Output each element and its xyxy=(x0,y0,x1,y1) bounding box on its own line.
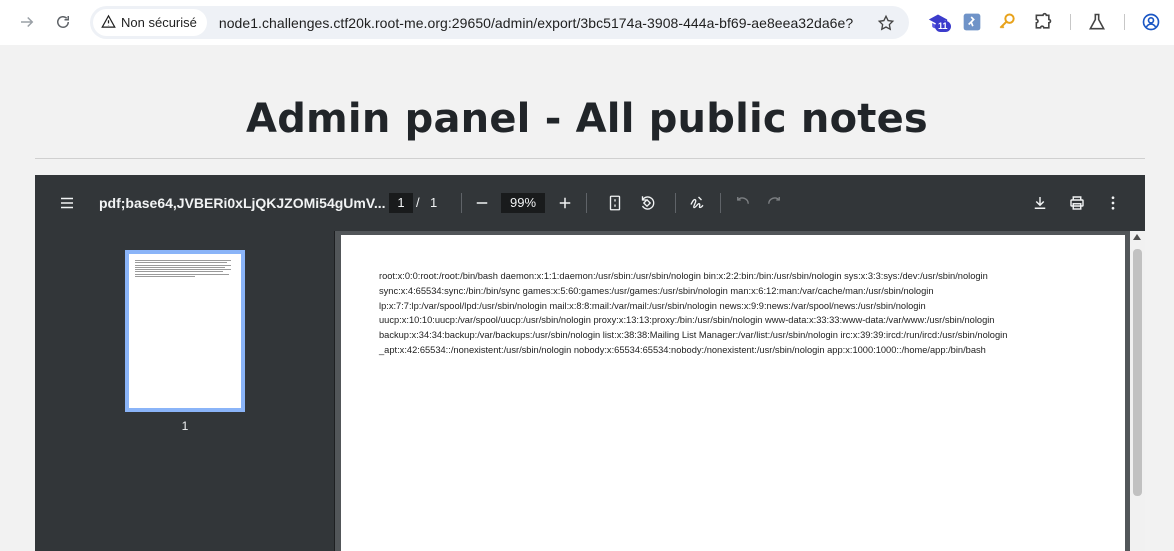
extension-icon[interactable] xyxy=(1032,11,1054,33)
pdf-text-line: uucp:x:10:10:uucp:/var/spool/uucp:/usr/s… xyxy=(379,315,995,326)
vertical-scrollbar[interactable] xyxy=(1130,231,1145,551)
thumbnail-sidebar: 1 xyxy=(35,231,335,551)
extension-runner-icon[interactable] xyxy=(961,11,983,33)
undo-icon[interactable] xyxy=(732,192,754,214)
fit-page-icon[interactable] xyxy=(604,192,626,214)
toolbar-separator xyxy=(675,193,676,213)
pdf-text-line: _apt:x:42:65534::/nonexistent:/usr/sbin/… xyxy=(379,344,986,355)
pdf-page-area: root:x:0:0:root:/root:/bin/bash daemon:x… xyxy=(336,231,1145,551)
page-separator: / xyxy=(416,195,420,210)
toolbar-divider xyxy=(1124,14,1125,30)
star-icon[interactable] xyxy=(877,14,895,32)
scrollbar-thumb[interactable] xyxy=(1133,249,1142,496)
address-bar[interactable]: Non sécurisé node1.challenges.ctf20k.roo… xyxy=(90,6,909,39)
security-chip[interactable]: Non sécurisé xyxy=(93,9,207,36)
menu-icon[interactable] xyxy=(56,192,78,214)
lab-flask-icon[interactable] xyxy=(1086,11,1108,33)
extension-badge: 11 xyxy=(935,21,951,32)
pdf-page: root:x:0:0:root:/root:/bin/bash daemon:x… xyxy=(341,235,1125,551)
horizontal-rule xyxy=(35,158,1145,159)
toolbar-separator xyxy=(461,193,462,213)
scroll-up-arrow-icon[interactable] xyxy=(1133,234,1141,240)
pdf-text-line: lp:x:7:7:lp:/var/spool/lpd:/usr/sbin/nol… xyxy=(379,300,926,311)
pdf-text-line: sync:x:4:65534:sync:/bin:/bin/sync games… xyxy=(379,285,934,296)
extension-hat-icon[interactable]: 11 xyxy=(927,11,951,33)
forward-icon[interactable] xyxy=(13,8,41,36)
annotate-pen-icon[interactable] xyxy=(686,192,708,214)
toolbar-separator xyxy=(720,193,721,213)
pdf-text-line: backup:x:34:34:backup:/var/backups:/usr/… xyxy=(379,330,1008,341)
page-thumbnail[interactable] xyxy=(125,250,245,412)
pdf-text-line: root:x:0:0:root:/root:/bin/bash daemon:x… xyxy=(379,271,988,281)
pdf-page-text: root:x:0:0:root:/root:/bin/bash daemon:x… xyxy=(379,269,1079,358)
zoom-in-icon[interactable] xyxy=(554,192,576,214)
thumbnail-preview-lines xyxy=(135,260,231,278)
url-text[interactable]: node1.challenges.ctf20k.root-me.org:2965… xyxy=(219,15,853,31)
rotate-icon[interactable] xyxy=(636,192,658,214)
download-icon[interactable] xyxy=(1029,192,1051,214)
zoom-level-input[interactable]: 99% xyxy=(501,193,545,213)
toolbar-divider xyxy=(1070,14,1071,30)
security-label: Non sécurisé xyxy=(121,15,197,30)
print-icon[interactable] xyxy=(1066,192,1088,214)
toolbar-separator xyxy=(586,193,587,213)
zoom-out-icon[interactable] xyxy=(471,192,493,214)
thumbnail-page-number: 1 xyxy=(181,419,189,433)
page-title: Admin panel - All public notes xyxy=(246,96,928,142)
profile-icon[interactable] xyxy=(1140,11,1162,33)
pdf-document-name: pdf;base64,JVBERi0xLjQKJZOMi54gUmV... xyxy=(99,195,386,211)
pdf-viewer: pdf;base64,JVBERi0xLjQKJZOMi54gUmV... 1 … xyxy=(35,175,1145,551)
browser-toolbar: Non sécurisé node1.challenges.ctf20k.roo… xyxy=(0,0,1174,45)
extension-key-icon[interactable] xyxy=(996,11,1018,33)
warning-icon xyxy=(101,14,116,32)
redo-icon[interactable] xyxy=(763,192,785,214)
pdf-toolbar: pdf;base64,JVBERi0xLjQKJZOMi54gUmV... 1 … xyxy=(35,175,1145,231)
page-number-input[interactable]: 1 xyxy=(389,193,413,213)
page-total: 1 xyxy=(430,195,438,210)
reload-icon[interactable] xyxy=(49,8,77,36)
more-options-icon[interactable] xyxy=(1102,192,1124,214)
